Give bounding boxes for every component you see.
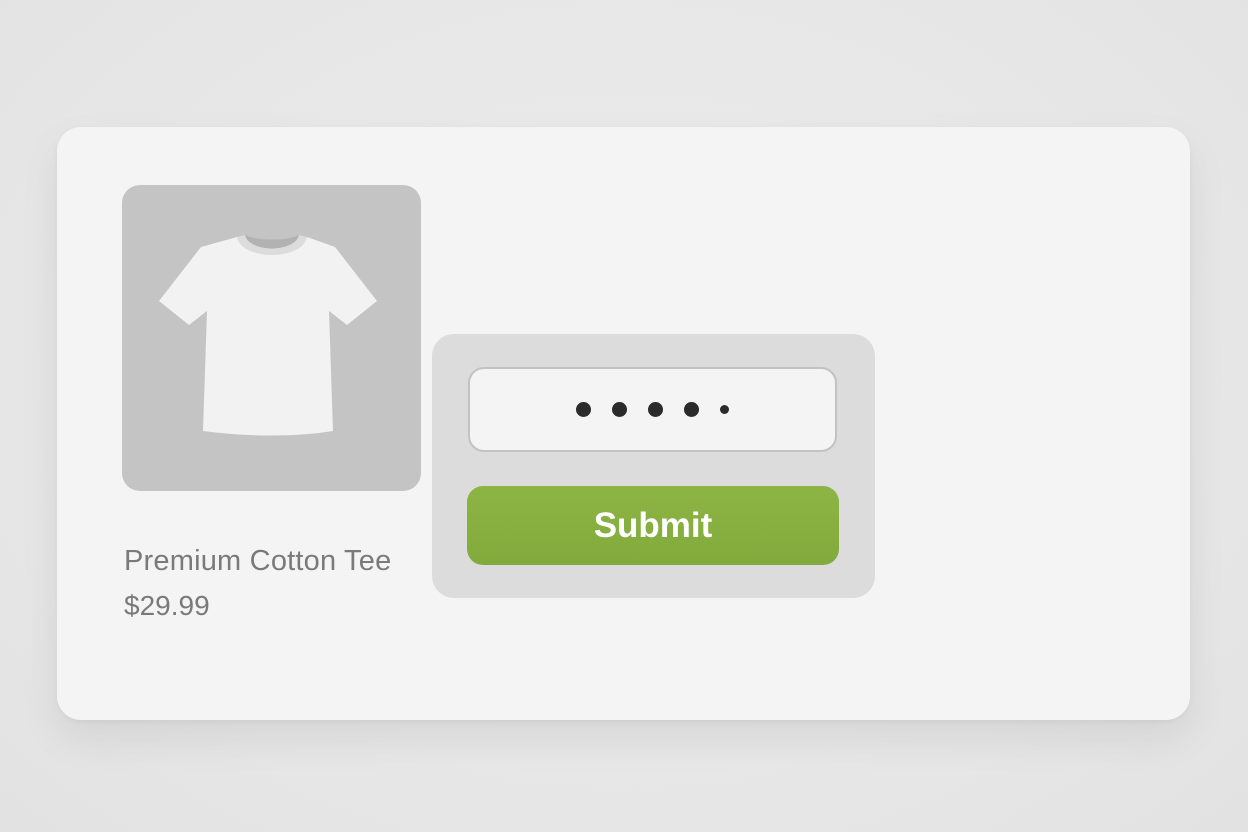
password-mask-dot [612, 402, 627, 417]
submit-button[interactable]: Submit [467, 486, 839, 565]
tshirt-icon [158, 235, 377, 436]
password-mask-dot [684, 402, 699, 417]
product-card: Premium Cotton Tee $29.99 Submit [57, 127, 1190, 720]
product-name: Premium Cotton Tee [124, 545, 392, 577]
password-mask-dot [648, 402, 663, 417]
product-image [122, 185, 421, 491]
password-mask-dot [576, 402, 591, 417]
password-mask-dot [720, 405, 729, 414]
stage: Premium Cotton Tee $29.99 Submit [0, 0, 1248, 832]
product-price: $29.99 [124, 590, 210, 621]
password-panel: Submit [432, 334, 875, 598]
password-field[interactable] [468, 367, 837, 452]
